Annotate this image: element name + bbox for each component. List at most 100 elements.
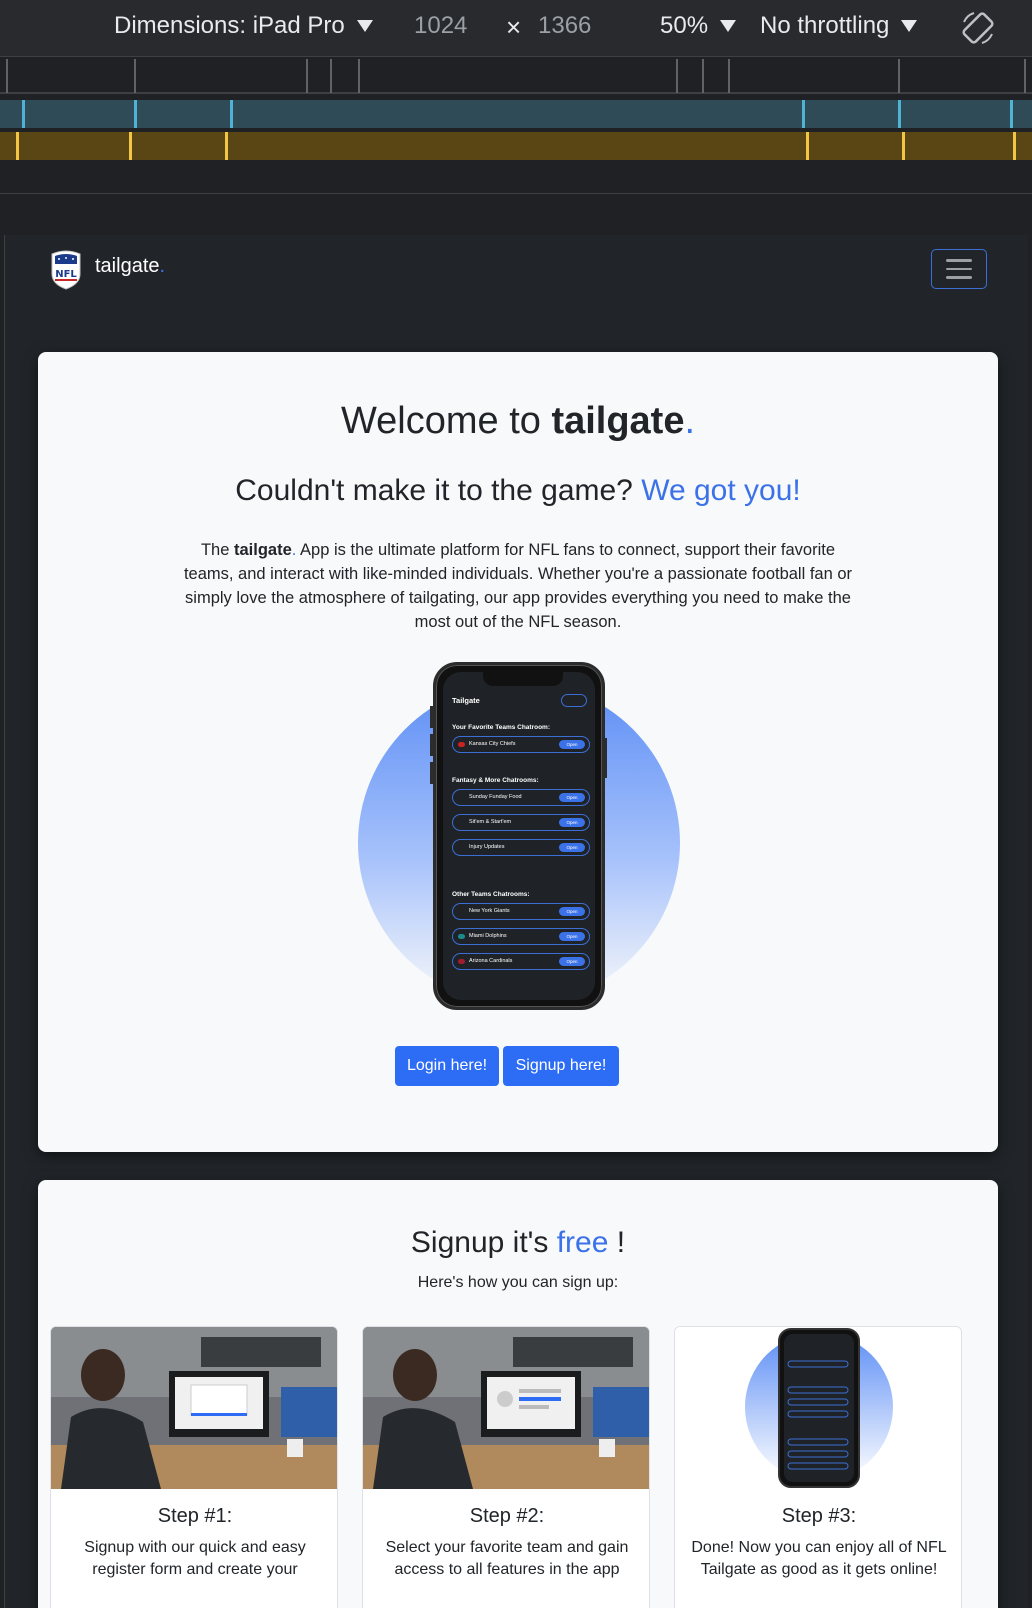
ruler-tick [358,59,360,93]
hero-subtitle: Couldn't make it to the game? We got you… [38,474,998,508]
breakpoint-marker[interactable] [16,132,19,160]
phone-chat-row: New York Giants Open [452,903,590,920]
step-title: Step #3: [781,1505,857,1527]
phone-open-button: Open [559,740,585,749]
height-input[interactable]: 1366 [538,12,591,40]
signup-button[interactable]: Signup here! [503,1046,619,1086]
chevron-down-icon [356,20,373,32]
step-1-image [51,1327,337,1489]
signup-card: Signup it's free ! Here's how you can si… [38,1180,998,1608]
cardinals-logo-icon [458,959,465,964]
ruler-tick [134,59,136,93]
phone-open-button: Open [559,907,585,916]
ruler-tick [6,59,8,93]
phone-row-label: Sit'em & Start'em [469,819,512,825]
phone-profile-icon [561,694,587,707]
hero-title-dot: . [684,400,696,442]
breakpoint-marker[interactable] [225,132,228,160]
breakpoint-marker[interactable] [230,100,233,128]
brand-name: tailgate [95,255,160,277]
media-query-ruler [0,56,1032,94]
phone-chat-row: Kansas City Chiefs Open [452,736,590,753]
media-query-spacer [0,160,1032,194]
step-description: Select your favorite team and gain acces… [385,1539,629,1578]
signup-title-prefix: Signup it's [410,1226,557,1259]
breakpoint-marker[interactable] [1010,100,1013,128]
phone-row-label: Kansas City Chiefs [469,741,516,747]
ruler-tick [1024,59,1026,93]
media-query-bar-max-width[interactable] [0,100,1032,128]
step-card: Step #2: Select your favorite team and g… [362,1326,650,1608]
hero-subtitle-highlight: We got you! [641,474,801,507]
hero-card: Welcome to tailgate. Couldn't make it to… [38,352,998,1152]
device-frame-top [0,195,1032,235]
brand-dot: . [159,255,166,277]
phone-open-button: Open [559,793,585,802]
phone-chat-row: Miami Dolphins Open [452,928,590,945]
step-title: Step #1: [157,1505,233,1527]
ruler-tick [728,59,730,93]
phone-section-fantasy: Fantasy & More Chatrooms: [452,777,539,784]
breakpoint-marker[interactable] [806,132,809,160]
zoom-dropdown[interactable]: 50% [660,12,737,40]
throttling-dropdown[interactable]: No throttling [760,12,918,40]
step-title: Step #2: [469,1505,545,1527]
signup-title-suffix: ! [608,1226,626,1259]
hero-title: Welcome to tailgate. [38,400,998,443]
phone-body: Tailgate Your Favorite Teams Chatroom: K… [433,662,605,1010]
breakpoint-marker[interactable] [129,132,132,160]
phone-open-button: Open [559,957,585,966]
phone-row-label: Injury Updates [469,844,505,850]
phone-mockup: Tailgate Your Favorite Teams Chatroom: K… [358,662,688,1012]
hamburger-line [946,276,972,279]
nfl-shield-icon[interactable]: NFL [49,248,83,290]
phone-row-label: Arizona Cardinals [469,958,513,964]
hero-title-prefix: Welcome to [340,400,552,442]
rotate-icon[interactable] [958,8,998,48]
phone-row-label: Sunday Funday Food [469,794,522,800]
breakpoint-marker[interactable] [898,100,901,128]
ruler-tick [676,59,678,93]
media-query-bar-min-max[interactable] [0,132,1032,160]
phone-notch [483,672,563,686]
hero-subtitle-prefix: Couldn't make it to the game? [235,474,642,507]
phone-open-button: Open [559,843,585,852]
phone-row-label: New York Giants [469,908,510,914]
hamburger-icon[interactable] [931,249,987,289]
para-prefix: The [200,541,234,559]
ruler-tick [306,59,308,93]
phone-chat-row: Injury Updates Open [452,839,590,856]
width-input[interactable]: 1024 [414,12,467,40]
login-button[interactable]: Login here! [395,1046,499,1086]
phone-chat-row: Arizona Cardinals Open [452,953,590,970]
breakpoint-marker[interactable] [802,100,805,128]
phone-open-button: Open [559,818,585,827]
step-card: Step #3: Done! Now you can enjoy all of … [674,1326,962,1608]
throttling-label: No throttling [760,12,890,39]
chevron-down-icon [720,20,737,32]
dimensions-label: Dimensions: iPad Pro [114,12,345,39]
dimension-separator: × [506,12,522,42]
breakpoint-marker[interactable] [22,100,25,128]
phone-chat-row: Sunday Funday Food Open [452,789,590,806]
step-description: Done! Now you can enjoy all of NFL Tailg… [691,1539,947,1578]
dolphins-logo-icon [458,934,465,939]
step-2-image [363,1327,649,1489]
step-description: Signup with our quick and easy register … [84,1539,306,1578]
emulated-viewport: NFL tailgate. Welcome to tailgate. Could… [4,235,1028,1608]
svg-text:NFL: NFL [55,269,77,280]
phone-app-title: Tailgate [452,696,480,705]
hero-title-brand: tailgate [551,400,685,442]
hamburger-line [946,259,972,262]
chevron-down-icon [901,20,918,32]
phone-open-button: Open [559,932,585,941]
breakpoint-marker[interactable] [1013,132,1016,160]
breakpoint-marker[interactable] [134,100,137,128]
devtools-device-toolbar: Dimensions: iPad Pro 1024 × 1366 50% No … [0,0,1032,56]
breakpoint-marker[interactable] [902,132,905,160]
signup-title: Signup it's free ! [38,1226,998,1260]
signup-title-highlight: free [556,1226,609,1259]
dimensions-dropdown[interactable]: Dimensions: iPad Pro [114,12,373,40]
ruler-tick [898,59,900,93]
navbar-brand[interactable]: tailgate. [95,255,165,278]
